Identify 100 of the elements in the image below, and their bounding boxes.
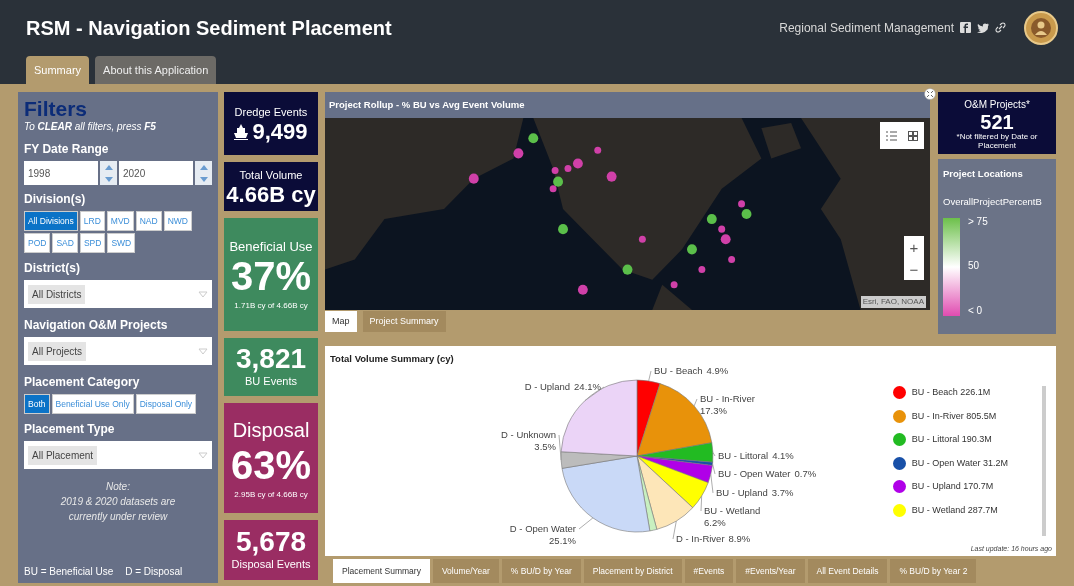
slice-value: 25.1% [549, 535, 576, 547]
chart-tab[interactable]: #Events [684, 559, 734, 583]
chart-tab[interactable]: Placement by District [583, 559, 682, 583]
tab[interactable]: Summary [26, 56, 90, 84]
logo-icon[interactable] [1024, 10, 1058, 45]
pie-slice[interactable] [636, 455, 694, 530]
slice-label: BU - Open Water [718, 468, 791, 480]
segment-button[interactable]: NWD [163, 211, 192, 231]
slice-label: D - Upland [524, 381, 571, 393]
view-tab[interactable]: Project Summary [362, 311, 446, 332]
slice-value: 0.7% [794, 468, 817, 480]
slice-label: BU - Upland [716, 487, 768, 499]
slice-value: 3.5% [534, 441, 556, 453]
placement-type-select[interactable]: All Placement [24, 441, 212, 469]
slice-label: BU - Littoral [718, 450, 769, 462]
caret-icon [198, 451, 208, 459]
stat-caption: 1.71B cy of 4.66B cy [234, 300, 308, 313]
slice-value: 3.7% [771, 487, 794, 499]
expand-icon[interactable] [924, 88, 936, 100]
zoom-out-button[interactable]: − [904, 258, 924, 280]
facebook-icon[interactable] [960, 22, 971, 33]
leader-line [693, 398, 698, 407]
leader-line [648, 370, 652, 382]
chart-tab[interactable]: % BU/D by Year 2 [890, 559, 977, 583]
segment-button[interactable]: SWD [107, 233, 136, 253]
segment-button[interactable]: SAD [52, 233, 78, 253]
ramp-label: < 0 [968, 303, 984, 318]
select-value: All Placement [28, 445, 98, 465]
abbreviation-text: BU = Beneficial Use [24, 565, 114, 579]
segment-button[interactable]: POD [24, 233, 51, 253]
stat-value: 63% [230, 445, 312, 485]
caret-icon [198, 347, 208, 355]
pie-slice[interactable] [636, 455, 709, 509]
field-label: Placement Type [24, 421, 116, 438]
tab[interactable]: About this Application [95, 56, 217, 84]
map-tool-buttons[interactable] [880, 122, 924, 149]
field-label: District(s) [24, 260, 81, 277]
grid-icon[interactable] [908, 130, 919, 141]
legend-title: Project Locations [943, 167, 1024, 181]
field-label: Division(s) [24, 191, 87, 208]
bird-icon[interactable] [977, 22, 989, 33]
segment-button[interactable]: All Divisions [24, 211, 78, 231]
slice-value: 6.2% [704, 517, 726, 529]
legend-label: BU - Wetland 287.7M [911, 503, 998, 517]
org-link[interactable]: Regional Sediment Management [779, 18, 954, 37]
leader-line [558, 434, 562, 461]
chart-tab[interactable]: All Event Details [807, 559, 888, 583]
view-tab[interactable]: Map [325, 311, 357, 332]
segment-button[interactable]: SPD [79, 233, 106, 253]
filters-heading: Filters [24, 98, 89, 119]
year-field[interactable]: 2020 [119, 161, 193, 185]
leader-line [578, 517, 594, 530]
slice-label: BU - Wetland [704, 505, 761, 517]
district-select[interactable]: All Districts [24, 280, 212, 308]
select-value: All Districts [28, 284, 86, 304]
chart-tab[interactable]: #Events/Year [736, 559, 805, 583]
ramp-label: 50 [968, 259, 981, 273]
stat-value: 4.66B cy [226, 183, 316, 206]
slice-value: 17.3% [700, 405, 727, 417]
legend-field: OverallProjectPercentB [943, 195, 1051, 210]
leader-line [712, 452, 716, 457]
legend-label: BU - Upland 170.7M [911, 480, 994, 493]
stat-caption: Disposal Events [231, 556, 311, 572]
link-icon[interactable] [995, 22, 1006, 33]
segment-button[interactable]: NAD [135, 211, 162, 231]
app-title: RSM - Navigation Sediment Placement [26, 15, 392, 41]
stat-value: 37% [230, 256, 312, 297]
segment-button[interactable]: Beneficial Use Only [51, 394, 134, 414]
chart-tab[interactable]: Placement Summary [333, 559, 430, 583]
slice-label: D - Open Water [509, 523, 576, 535]
caret-icon [198, 290, 208, 298]
chart-tab[interactable]: Volume/Year [432, 559, 499, 583]
year-field[interactable]: 1998 [24, 161, 98, 185]
segment-button[interactable]: LRD [79, 211, 105, 231]
leader-line [672, 520, 677, 540]
segment-button[interactable]: Both [24, 394, 50, 414]
field-label: Placement Category [24, 374, 141, 391]
stat-caption: 2.95B cy of 4.66B cy [234, 489, 308, 501]
zoom-in-button[interactable]: + [904, 236, 924, 258]
slice-value: 24.1% [574, 381, 601, 393]
segment-button[interactable]: Disposal Only [135, 394, 197, 414]
pie-slice[interactable] [636, 442, 714, 463]
stat-value: 3,821 [235, 344, 307, 373]
segment-button[interactable]: MVD [106, 211, 134, 231]
legend-label: BU - Littoral 190.3M [911, 433, 992, 446]
chart-tab[interactable]: % BU/D by Year [501, 559, 581, 583]
stat-label: O&M Projects* [964, 97, 1030, 112]
abbreviation-text: D = Disposal [125, 565, 183, 579]
stat-label: Disposal [232, 418, 310, 443]
stat-label: Beneficial Use [229, 237, 313, 256]
project-select[interactable]: All Projects [24, 337, 212, 365]
note-text: 2019 & 2020 datasets are [60, 495, 176, 509]
note-text: currently under review [68, 510, 168, 524]
slice-value: 4.1% [772, 450, 794, 462]
slice-value: 8.9% [728, 533, 751, 545]
legend-label: BU - In-River 805.5M [911, 409, 997, 423]
ramp-label: > 75 [968, 214, 988, 229]
slice-label: BU - Beach [654, 365, 703, 377]
slice-label: BU - In-River [700, 393, 755, 405]
panel-title: Total Volume Summary (cy) [330, 352, 455, 366]
